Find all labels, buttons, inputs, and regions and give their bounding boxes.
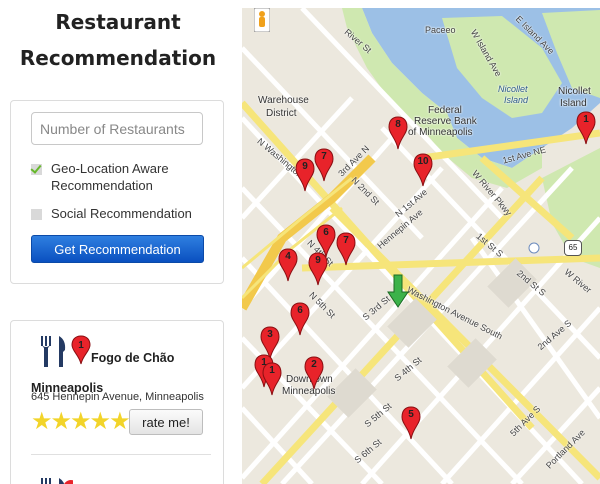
- page-title: Restaurant Recommendation: [0, 4, 236, 76]
- pin-label: 10: [417, 156, 429, 167]
- list-item: 1 Fogo de Chão Minneapolis 645 Hennepin …: [11, 321, 223, 451]
- current-location-arrow-icon: [387, 274, 409, 308]
- restaurant-address: 645 Hennepin Avenue, Minneapolis: [31, 391, 204, 403]
- highway-shield: 65: [564, 240, 582, 256]
- pin-label: 9: [302, 161, 308, 172]
- map-label-island: Island: [504, 95, 529, 105]
- pin-label: 6: [297, 305, 303, 316]
- map-view[interactable]: Warehouse District Federal Reserve Bank …: [242, 8, 600, 484]
- star-rating-icon: ★★★★★: [31, 407, 131, 435]
- divider: [31, 454, 211, 455]
- pin-label: 1: [583, 114, 589, 125]
- map-label-federal: Federal: [428, 105, 462, 116]
- recommendation-form: Geo-Location Aware Recommendation Social…: [10, 100, 224, 284]
- map-pin[interactable]: 8: [388, 116, 408, 150]
- title-line-1: Restaurant: [55, 10, 181, 34]
- number-of-restaurants-input[interactable]: [31, 112, 203, 145]
- map-base: [242, 8, 600, 484]
- map-label-paceeo: Paceeo: [425, 25, 456, 35]
- pin-label: 6: [323, 227, 329, 238]
- pin-label: 5: [408, 409, 414, 420]
- street-view-pegman-icon[interactable]: [254, 8, 270, 32]
- rate-me-button[interactable]: rate me!: [129, 409, 203, 435]
- map-pin[interactable]: 1: [576, 111, 596, 145]
- social-recommendation-label: Social Recommendation: [51, 206, 192, 221]
- pin-label: 8: [395, 119, 401, 130]
- pin-label: 4: [285, 251, 291, 262]
- map-pin[interactable]: 6: [290, 302, 310, 336]
- checkbox-checked-icon[interactable]: [31, 164, 42, 175]
- map-label-warehouse: Warehouse: [258, 95, 309, 106]
- map-pin[interactable]: 2: [304, 356, 324, 390]
- map-pin[interactable]: 10: [413, 153, 433, 187]
- map-pin[interactable]: 5: [401, 406, 421, 440]
- map-label-island-right: Island: [560, 98, 587, 109]
- pin-label: 1: [269, 365, 275, 376]
- results-list: 1 Fogo de Chão Minneapolis 645 Hennepin …: [10, 320, 224, 484]
- checkbox-unchecked-icon[interactable]: [31, 209, 42, 220]
- title-line-2: Recommendation: [19, 46, 217, 70]
- get-recommendation-button[interactable]: Get Recommendation: [31, 235, 204, 263]
- map-label-reserve-bank: Reserve Bank: [414, 116, 477, 127]
- map-label-nicollet-right: Nicollet: [558, 86, 591, 97]
- social-recommendation-checkbox[interactable]: Social Recommendation: [31, 205, 221, 222]
- pin-label: 3: [267, 329, 273, 340]
- map-pin[interactable]: 7: [336, 232, 356, 266]
- geo-location-label: Geo-Location Aware Recommendation: [51, 161, 169, 193]
- fork-knife-icon: [41, 478, 73, 484]
- map-pin[interactable]: 4: [278, 248, 298, 282]
- map-pin[interactable]: 7: [314, 148, 334, 182]
- pin-label: 9: [315, 255, 321, 266]
- pin-label: 7: [321, 151, 327, 162]
- map-label-nicollet-island: Nicollet: [498, 84, 528, 94]
- pin-label: 2: [311, 359, 317, 370]
- sidebar: Restaurant Recommendation Geo-Location A…: [0, 0, 236, 484]
- map-pin[interactable]: 9: [295, 158, 315, 192]
- map-label-of-minneapolis: of Minneapolis: [408, 127, 473, 138]
- map-label-district: District: [266, 108, 297, 119]
- map-pin[interactable]: 1: [262, 362, 282, 396]
- map-pin[interactable]: 9: [308, 252, 328, 286]
- pin-label: 7: [343, 235, 349, 246]
- geo-location-checkbox[interactable]: Geo-Location Aware Recommendation: [31, 160, 221, 194]
